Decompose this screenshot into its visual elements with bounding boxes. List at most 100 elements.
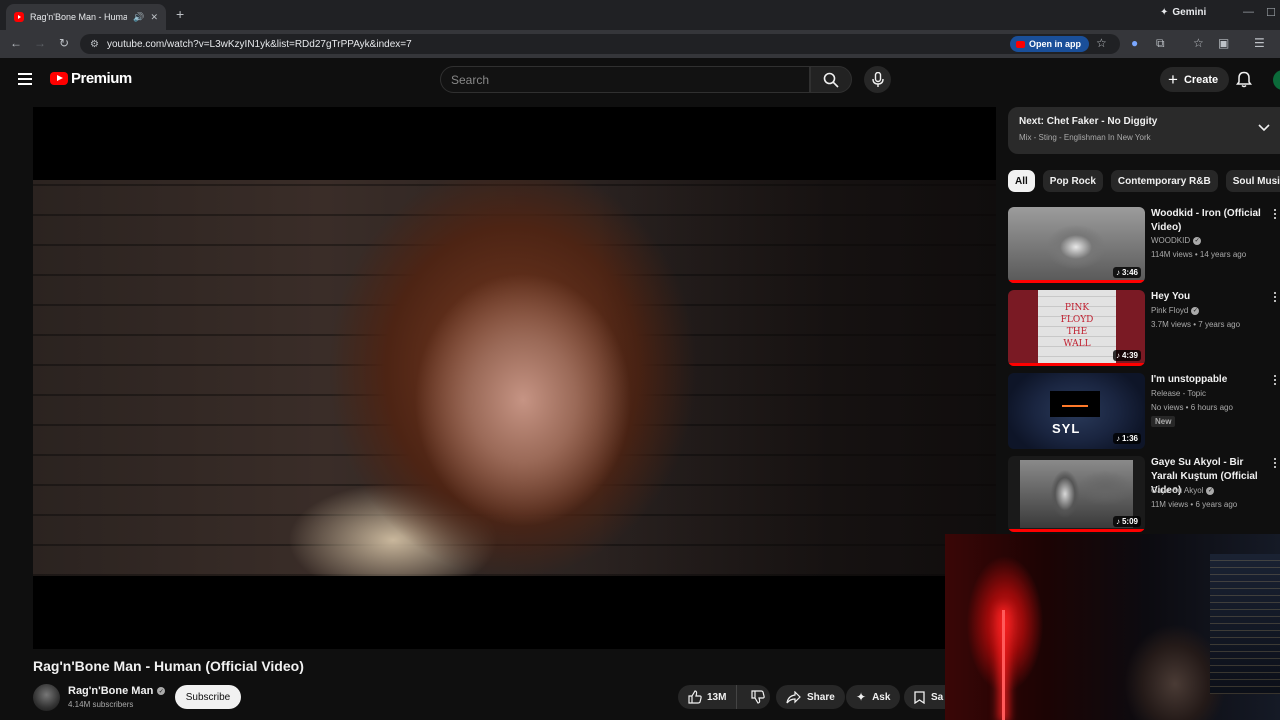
new-tab-button[interactable]: + (176, 6, 184, 22)
verified-icon: ✓ (1193, 237, 1202, 245)
next-prefix: Next: (1019, 116, 1045, 127)
thumbs-down-icon (751, 690, 766, 704)
share-icon (786, 690, 801, 703)
dislike-button[interactable] (743, 690, 773, 704)
extension-circle-icon[interactable]: ● (1131, 36, 1138, 50)
filter-chips: All Pop Rock Contemporary R&B Soul Music (1008, 170, 1280, 192)
browser-tab[interactable]: Rag'n'Bone Man - Human ( 🔊 ✕ (6, 4, 166, 30)
thumbnail-artwork (1050, 391, 1100, 417)
hamburger-menu-icon[interactable] (18, 73, 32, 85)
subscriber-count: 4.14M subscribers (68, 700, 134, 709)
gemini-label: Gemini (1172, 7, 1207, 18)
more-options-icon[interactable] (1274, 209, 1276, 219)
user-avatar[interactable] (1273, 70, 1280, 90)
recommendation-title: I'm unstoppable (1151, 374, 1228, 385)
open-in-app-button[interactable]: Open in app (1010, 36, 1090, 52)
thumbs-up-icon (688, 690, 702, 704)
share-button[interactable]: Share (776, 685, 845, 709)
browser-tab-bar: Rag'n'Bone Man - Human ( 🔊 ✕ + ✦ Gemini … (0, 0, 1280, 30)
video-thumbnail[interactable]: SYL ♪ 1:36 (1008, 373, 1145, 449)
reload-icon[interactable]: ↻ (59, 36, 69, 50)
tab-close-icon[interactable]: ✕ (150, 12, 158, 23)
save-label: Sa (931, 691, 944, 703)
recommendation-stats: 114M views • 14 years ago (1151, 250, 1247, 259)
subscribe-button[interactable]: Subscribe (175, 685, 241, 709)
sparkle-icon: ✦ (856, 690, 867, 704)
recommendation-channel: WOODKID ✓ (1151, 236, 1202, 245)
bookmarks-icon[interactable]: ☆ (1193, 36, 1204, 50)
gemini-button[interactable]: ✦ Gemini (1160, 7, 1206, 18)
recommendation-stats: No views • 6 hours ago (1151, 403, 1233, 412)
channel-name-text: Rag'n'Bone Man (68, 685, 154, 697)
recommendation-item[interactable]: SYL ♪ 1:36 I'm unstoppable Release - Topi… (1008, 373, 1280, 449)
forward-icon[interactable]: → (34, 36, 46, 50)
address-bar[interactable]: ⚙ youtube.com/watch?v=L3wKzyIN1yk&list=R… (80, 34, 1120, 54)
logo-text: Premium (71, 70, 132, 87)
share-label: Share (807, 691, 835, 703)
browser-toolbar: ← → ↻ ⚙ youtube.com/watch?v=L3wKzyIN1yk&… (0, 30, 1280, 58)
reading-list-icon[interactable]: ▣ (1218, 36, 1229, 50)
playlist-header[interactable]: Next: Chet Faker - No Diggity Mix - Stin… (1008, 107, 1280, 154)
chip-pop-rock[interactable]: Pop Rock (1042, 170, 1103, 192)
back-icon[interactable]: ← (10, 36, 22, 50)
create-button[interactable]: + Create (1160, 67, 1230, 92)
channel-avatar[interactable] (33, 684, 60, 711)
recommendation-channel: Gaye Su Akyol ✓ (1151, 486, 1215, 495)
recommendation-item[interactable]: PINK FLOYD THE WALL ♪ 4:39 Hey You Pink Floy… (1008, 290, 1280, 366)
bookmark-star-icon[interactable]: ☆ (1096, 36, 1107, 50)
youtube-favicon-icon (14, 12, 24, 22)
maximize-icon[interactable]: ☐ (1266, 6, 1276, 19)
speaker-icon[interactable]: 🔊 (133, 12, 144, 23)
music-note-icon: ♪ (1115, 434, 1120, 443)
recommendation-item[interactable]: ♪ 3:46 Woodkid - Iron (Official Video) WO… (1008, 207, 1280, 283)
recommendation-stats: 3.7M views • 7 years ago (1151, 320, 1241, 329)
duration-badge: ♪ 5:09 (1112, 516, 1141, 527)
video-frame (33, 180, 996, 576)
video-thumbnail[interactable]: PINK FLOYD THE WALL ♪ 4:39 (1008, 290, 1145, 366)
ask-button[interactable]: ✦ Ask (846, 685, 901, 709)
chip-contemporary-rnb[interactable]: Contemporary R&B (1110, 170, 1218, 192)
more-options-icon[interactable] (1274, 292, 1276, 302)
window-city-lights (1210, 554, 1280, 694)
search-placeholder: Search (451, 72, 490, 87)
red-light-bar (1002, 610, 1005, 720)
video-thumbnail[interactable]: ♪ 5:09 (1008, 456, 1145, 532)
next-title: Chet Faker - No Diggity (1046, 116, 1158, 127)
video-title: Rag'n'Bone Man - Human (Official Video) (33, 658, 304, 674)
ask-label: Ask (872, 691, 891, 703)
music-note-icon: ♪ (1115, 351, 1120, 360)
extensions-icon[interactable]: ⧉ (1156, 36, 1165, 51)
youtube-premium-logo[interactable]: Premium (50, 70, 132, 87)
channel-name[interactable]: Rag'n'Bone Man ✓ (68, 685, 166, 697)
webcam-overlay (945, 534, 1280, 720)
open-in-app-label: Open in app (1029, 39, 1082, 49)
chip-soul-music[interactable]: Soul Music (1225, 170, 1280, 192)
verified-icon: ✓ (1206, 487, 1215, 495)
more-options-icon[interactable] (1274, 458, 1276, 468)
album-cover: PINK FLOYD THE WALL (1038, 290, 1116, 366)
new-badge: New (1151, 416, 1176, 427)
create-label: Create (1183, 73, 1219, 86)
voice-search-button[interactable] (864, 66, 891, 93)
more-options-icon[interactable] (1274, 375, 1276, 385)
notifications-bell-icon[interactable] (1236, 71, 1252, 88)
recommendation-channel: Release - Topic (1151, 389, 1206, 398)
recommendation-title: Hey You (1151, 291, 1191, 302)
site-info-icon[interactable]: ⚙ (90, 39, 99, 50)
video-player[interactable] (33, 107, 996, 649)
chip-all[interactable]: All (1008, 170, 1035, 192)
video-thumbnail[interactable]: ♪ 3:46 (1008, 207, 1145, 283)
gemini-icon: ✦ (1160, 7, 1169, 18)
recommendation-item[interactable]: ♪ 5:09 Gaye Su Akyol - Bir Yaralı Kuştum … (1008, 456, 1280, 532)
youtube-header: Premium Search + Create (0, 58, 1280, 102)
search-input[interactable]: Search (440, 66, 810, 93)
like-button[interactable]: 13M (678, 685, 738, 709)
music-note-icon: ♪ (1115, 517, 1120, 526)
menu-icon[interactable]: ☰ (1254, 36, 1265, 50)
microphone-icon (871, 72, 884, 87)
minimize-icon[interactable]: — (1243, 6, 1254, 18)
recommendation-channel: Pink Floyd ✓ (1151, 306, 1200, 315)
search-button[interactable] (810, 66, 852, 93)
chevron-down-icon[interactable] (1258, 124, 1270, 132)
url-text: youtube.com/watch?v=L3wKzyIN1yk&list=RDd… (106, 38, 412, 50)
